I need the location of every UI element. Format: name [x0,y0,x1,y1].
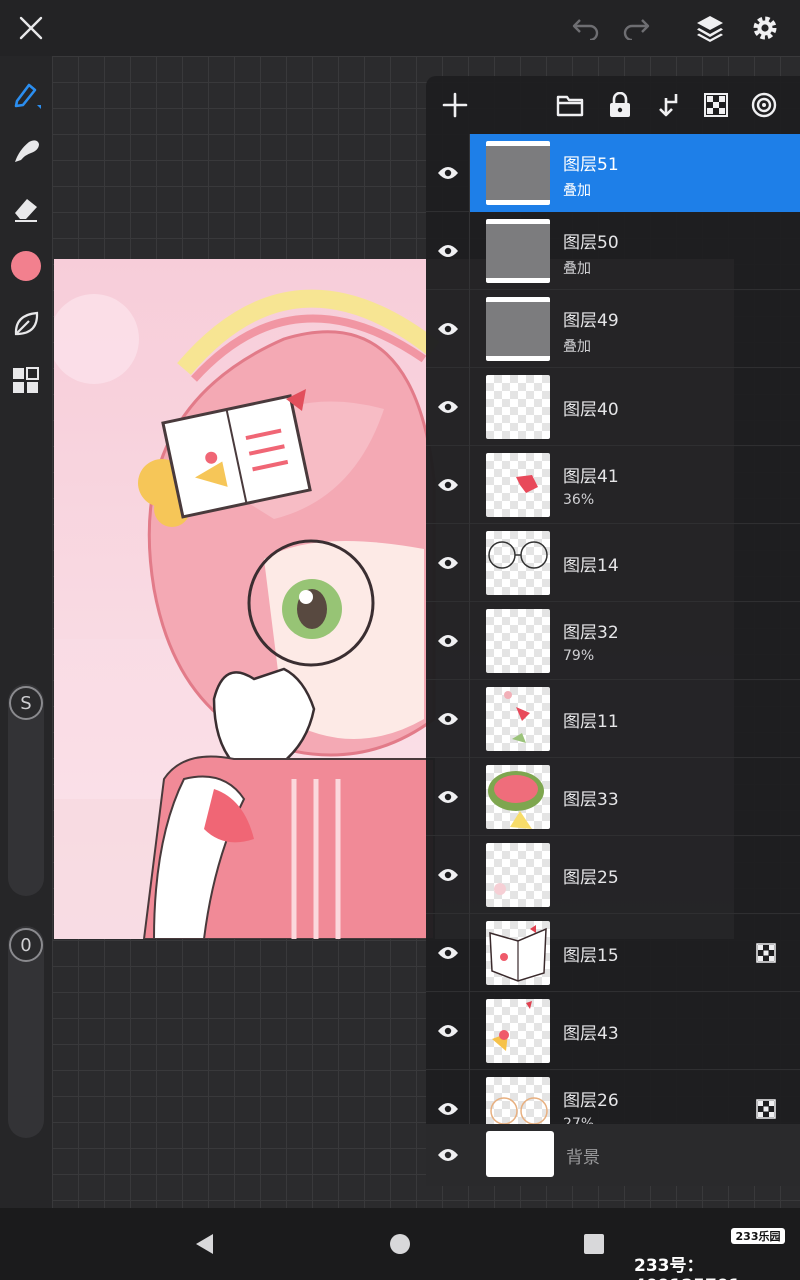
layer-name: 图层50 [563,233,619,253]
layer-item[interactable]: 图层15 [426,914,800,992]
app-root: S 0 图层51 叠加 图层50 叠加 图层49 叠加 图层40 图层41 36… [0,0,800,1280]
watermark-logo: 233乐园 [731,1228,785,1244]
layer-name: 图层25 [563,868,619,888]
layer-panel: 图层51 叠加 图层50 叠加 图层49 叠加 图层40 图层41 36% 图层… [426,76,800,1186]
layer-name: 图层14 [563,556,619,576]
merge-down-icon[interactable] [648,85,688,125]
left-toolbar: S 0 [0,56,52,1208]
layer-name: 图层51 [563,155,619,175]
eye-icon[interactable] [426,368,470,446]
clipping-icon[interactable] [696,85,736,125]
undo-icon[interactable] [566,8,606,48]
clipping-icon [756,1099,776,1119]
layer-item[interactable]: 图层33 [426,758,800,836]
layer-thumbnail [486,375,550,439]
layer-item[interactable]: 图层32 79% [426,602,800,680]
layer-list[interactable]: 图层51 叠加 图层50 叠加 图层49 叠加 图层40 图层41 36% 图层… [426,134,800,1124]
layer-blend-mode: 叠加 [563,183,591,199]
background-layer[interactable]: 背景 [426,1124,800,1186]
smudge-icon[interactable] [6,131,46,171]
layer-name: 图层11 [563,712,619,732]
redo-icon[interactable] [616,8,656,48]
watermark-text: 233号：409125701 [634,1256,740,1280]
eye-icon[interactable] [426,602,470,680]
pen-icon[interactable] [6,74,46,114]
layer-name: 图层33 [563,790,619,810]
eye-icon[interactable] [426,212,470,290]
layer-item[interactable]: 图层26 27% [426,1070,800,1124]
eye-icon[interactable] [426,446,470,524]
layer-thumbnail [486,141,550,205]
background-layer-name: 背景 [566,1148,600,1168]
layer-item[interactable]: 图层11 [426,680,800,758]
layer-thumbnail [486,1077,550,1124]
layer-thumbnail [486,999,550,1063]
layer-item[interactable]: 图层43 [426,992,800,1070]
clipping-icon [756,943,776,963]
folder-icon[interactable] [550,85,590,125]
layer-opacity: 36% [563,492,595,508]
layer-thumbnail [486,921,550,985]
layer-name: 图层49 [563,311,619,331]
home-icon[interactable] [382,1226,418,1262]
layer-item[interactable]: 图层49 叠加 [426,290,800,368]
layer-thumbnail [486,297,550,361]
eye-icon[interactable] [426,758,470,836]
layer-item[interactable]: 图层40 [426,368,800,446]
reference-icon[interactable] [744,85,784,125]
eye-icon[interactable] [426,992,470,1070]
color-swatch[interactable] [6,246,46,286]
lock-icon[interactable] [600,85,640,125]
layer-blend-mode: 叠加 [563,339,591,355]
leaf-icon[interactable] [6,304,46,344]
size-knob[interactable]: S [9,686,43,720]
layer-panel-toolbar [426,76,800,134]
layer-name: 图层15 [563,946,619,966]
add-icon[interactable] [435,85,475,125]
layers-icon[interactable] [690,8,730,48]
eye-icon[interactable] [426,1070,470,1124]
gear-icon[interactable] [745,8,785,48]
recents-icon[interactable] [576,1226,612,1262]
layer-thumbnail [486,609,550,673]
brush-size-slider[interactable]: S [8,684,44,896]
eye-icon[interactable] [426,290,470,368]
layer-thumbnail [486,687,550,751]
eye-icon[interactable] [426,680,470,758]
eye-icon[interactable] [426,836,470,914]
layer-thumbnail [486,453,550,517]
back-icon[interactable] [186,1226,222,1262]
eye-icon[interactable] [426,524,470,602]
layer-name: 图层43 [563,1024,619,1044]
brush-opacity-slider[interactable]: 0 [8,926,44,1138]
layer-item[interactable]: 图层14 [426,524,800,602]
eye-icon[interactable] [426,134,470,212]
layer-item[interactable]: 图层50 叠加 [426,212,800,290]
layer-thumbnail [486,219,550,283]
layer-thumbnail [486,765,550,829]
layer-name: 图层40 [563,400,619,420]
top-bar [0,0,800,56]
layer-opacity: 27% [563,1116,595,1124]
grid-icon[interactable] [6,361,46,401]
eye-icon[interactable] [426,1124,470,1186]
layer-item[interactable]: 图层25 [426,836,800,914]
layer-name: 图层41 [563,467,619,487]
layer-name: 图层26 [563,1091,619,1111]
layer-name: 图层32 [563,623,619,643]
layer-item[interactable]: 图层51 叠加 [426,134,800,212]
close-icon[interactable] [11,8,51,48]
eraser-icon[interactable] [6,189,46,229]
background-thumbnail [486,1131,554,1177]
layer-thumbnail [486,843,550,907]
layer-item[interactable]: 图层41 36% [426,446,800,524]
layer-opacity: 79% [563,648,595,664]
eye-icon[interactable] [426,914,470,992]
layer-thumbnail [486,531,550,595]
opacity-knob[interactable]: 0 [9,928,43,962]
layer-blend-mode: 叠加 [563,261,591,277]
